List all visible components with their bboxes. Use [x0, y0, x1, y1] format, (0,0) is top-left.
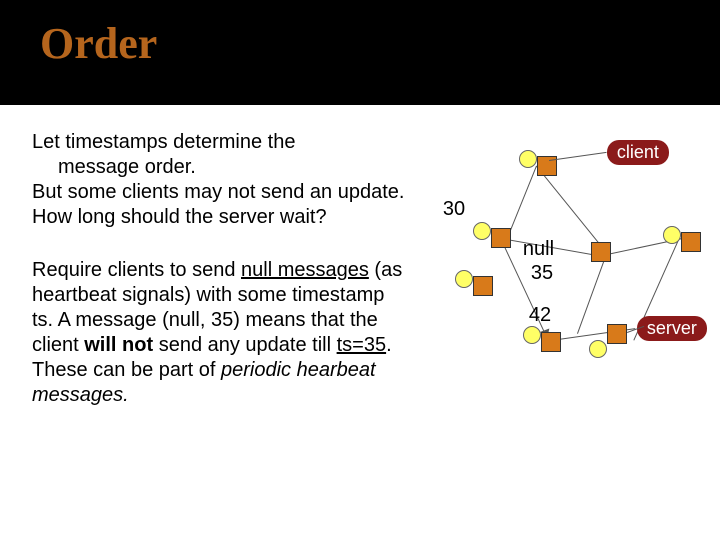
node-box: [541, 332, 561, 352]
callout-line: [549, 152, 607, 161]
node-circle: [455, 270, 473, 288]
p1-line2: But some clients may not send an update.: [32, 181, 404, 203]
node-circle: [589, 340, 607, 358]
label-30: 30: [443, 198, 465, 221]
client-callout: client: [607, 140, 669, 165]
p1-line1b: message order.: [32, 155, 411, 180]
p2-null-msgs: null messages: [241, 259, 369, 281]
label-35: 35: [531, 262, 553, 285]
node-box: [607, 324, 627, 344]
slide-title: Order: [40, 18, 720, 69]
content-area: Let timestamps determine the message ord…: [0, 105, 720, 410]
node-circle: [523, 326, 541, 344]
edge: [507, 166, 536, 237]
edge: [577, 254, 607, 334]
text-column: Let timestamps determine the message ord…: [32, 130, 411, 410]
node-circle: [519, 150, 537, 168]
label-null: null: [523, 238, 554, 261]
node-box: [681, 232, 701, 252]
node-circle: [473, 222, 491, 240]
node-box: [591, 242, 611, 262]
title-bar: Order: [0, 0, 720, 105]
p1-line3: How long should the server wait?: [32, 206, 327, 228]
node-circle: [663, 226, 681, 244]
p2-willnot: will not: [84, 334, 153, 356]
paragraph-1: Let timestamps determine the message ord…: [32, 130, 411, 230]
paragraph-2: Require clients to send null messages (a…: [32, 258, 411, 408]
p2-mid2: send any update till: [153, 334, 336, 356]
p2-ts35: ts=35: [337, 334, 386, 356]
p2-pre: Require clients to send: [32, 259, 241, 281]
label-42: 42: [529, 304, 551, 327]
network-diagram: 30 null 35 42 client server: [411, 130, 710, 410]
node-box: [491, 228, 511, 248]
server-callout: server: [637, 316, 707, 341]
node-box: [473, 276, 493, 296]
p1-line1a: Let timestamps determine the: [32, 130, 411, 155]
